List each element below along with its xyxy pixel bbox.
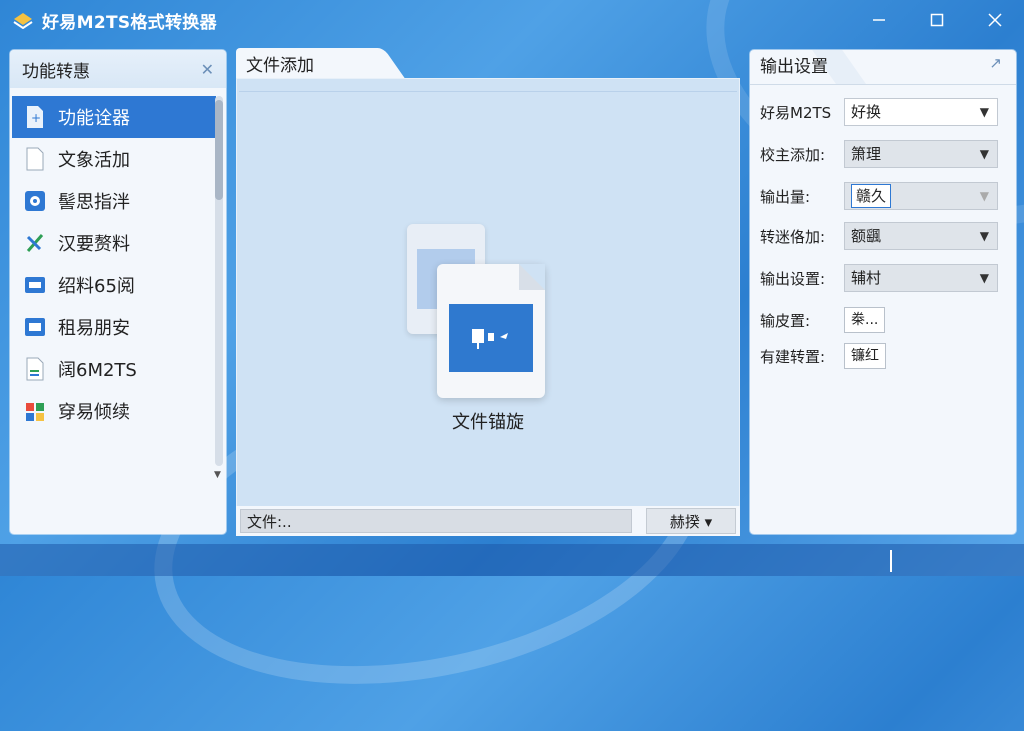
option-select[interactable]: 箫理 ▼ xyxy=(844,140,998,168)
setting-row: 好易M2TS 好换 ▼ xyxy=(760,98,1010,126)
maximize-button[interactable] xyxy=(908,0,966,40)
palette-icon xyxy=(24,399,46,423)
nav-item-0[interactable]: + 功能诠器 xyxy=(12,96,216,138)
setting-label: 校主添加: xyxy=(760,145,826,164)
setting-row: 输皮置: 桊... xyxy=(760,306,1010,334)
drop-area[interactable]: 文件锚旋 xyxy=(236,78,740,508)
select-value: 箫理 xyxy=(851,145,882,163)
speed-select[interactable]: 额颻 ▼ xyxy=(844,222,998,250)
scrollbar[interactable]: ▼ xyxy=(214,96,223,480)
chevron-down-icon: ▼ xyxy=(979,147,989,161)
drop-area-inner: 文件锚旋 xyxy=(239,91,737,508)
convert-settings-button[interactable]: 镰红 xyxy=(844,343,886,369)
setting-label: 输出设置: xyxy=(760,269,826,288)
taskbar-divider xyxy=(890,550,892,572)
nav-item-label: 阔6M2TS xyxy=(58,360,137,381)
select-value: 额颻 xyxy=(851,227,882,245)
setting-label: 好易M2TS xyxy=(760,103,832,122)
nav-item-label: 绍料65阅 xyxy=(58,276,135,297)
output-settings-panel: 输出设置 ↗ 好易M2TS 好换 ▼ 校主添加: 箫理 ▼ 输出量: 赣久 ▼ … xyxy=(750,50,1016,534)
nav-item-7[interactable]: 穿易倾续 xyxy=(12,390,216,432)
document-icon xyxy=(24,357,46,381)
chevron-down-icon: ▼ xyxy=(979,189,989,203)
minimize-button[interactable] xyxy=(850,0,908,40)
nav-item-label: 租易朋安 xyxy=(58,318,130,339)
tab-output-settings[interactable]: 输出设置 xyxy=(750,50,852,84)
chevron-down-icon: ▼ xyxy=(979,271,989,285)
taskbar xyxy=(0,544,1024,576)
setting-label: 有建转置: xyxy=(760,347,826,366)
browse-label: 赫揆 xyxy=(669,513,700,531)
setting-row: 校主添加: 箫理 ▼ xyxy=(760,140,1010,168)
nav-item-label: 汉要赘料 xyxy=(58,234,130,255)
setting-label: 转迷佫加: xyxy=(760,227,826,246)
expand-icon[interactable]: ↗ xyxy=(989,54,1002,72)
setting-row: 有建转置: 镰红 xyxy=(760,342,1010,370)
nav-item-label: 功能诠器 xyxy=(58,108,130,129)
app-logo-icon xyxy=(12,11,34,30)
divider xyxy=(750,84,1016,85)
nav-item-4[interactable]: 绍料65阅 xyxy=(12,264,216,306)
select-value: 辅村 xyxy=(851,269,882,287)
output-quantity-select[interactable]: 赣久 ▼ xyxy=(844,182,998,210)
nav-item-label: 穿易倾续 xyxy=(58,402,130,423)
function-list: + 功能诠器 文象活加 髻思指泮 汉要赘料 绍料65阅 租易朋安 阔6M2TS … xyxy=(12,96,216,432)
blank-file-icon xyxy=(24,147,46,171)
setting-row: 转迷佫加: 额颻 ▼ xyxy=(760,222,1010,250)
file-drop-icon[interactable] xyxy=(437,264,545,398)
window-title: 好易M2TS格式转换器 xyxy=(42,12,217,33)
file-add-panel: 文件添加 文件锚旋 文件:.. 赫揆 ▾ xyxy=(236,48,740,536)
drop-label: 文件锚旋 xyxy=(452,412,524,433)
add-file-icon: + xyxy=(24,105,46,129)
select-value: 好换 xyxy=(851,103,882,121)
tab-file-add[interactable]: 文件添加 xyxy=(236,48,376,80)
browse-button[interactable]: 赫揆 ▾ xyxy=(646,508,736,534)
setting-label: 输皮置: xyxy=(760,311,811,330)
chevron-down-icon: ▼ xyxy=(979,105,989,119)
nav-item-label: 文象活加 xyxy=(58,150,130,171)
setting-row: 输出设置: 辅村 ▼ xyxy=(760,264,1010,292)
chevron-down-icon: ▼ xyxy=(979,229,989,243)
file-footer: 文件:.. 赫揆 ▾ xyxy=(236,506,740,536)
scroll-down-icon[interactable]: ▼ xyxy=(214,470,221,480)
function-panel-title: 功能转惠 xyxy=(10,50,226,88)
edit-tool-icon xyxy=(24,231,46,255)
nav-item-label: 髻思指泮 xyxy=(58,192,130,213)
setting-row: 输出量: 赣久 ▼ xyxy=(760,182,1010,210)
video-clip-icon xyxy=(24,273,46,297)
nav-item-3[interactable]: 汉要赘料 xyxy=(12,222,216,264)
disc-icon xyxy=(24,189,46,213)
file-path-field[interactable]: 文件:.. xyxy=(240,509,632,533)
nav-item-2[interactable]: 髻思指泮 xyxy=(12,180,216,222)
nav-item-1[interactable]: 文象活加 xyxy=(12,138,216,180)
function-panel: 功能转惠 ✕ + 功能诠器 文象活加 髻思指泮 汉要赘料 绍料65阅 租易朋安 … xyxy=(10,50,226,534)
nav-item-5[interactable]: 租易朋安 xyxy=(12,306,216,348)
select-value: 赣久 xyxy=(851,184,892,208)
chevron-down-icon: ▾ xyxy=(704,513,713,531)
settings-button[interactable]: 桊... xyxy=(844,307,886,333)
format-select[interactable]: 好换 ▼ xyxy=(844,98,998,126)
close-button[interactable] xyxy=(966,0,1024,40)
nav-item-6[interactable]: 阔6M2TS xyxy=(12,348,216,390)
output-setting-select[interactable]: 辅村 ▼ xyxy=(844,264,998,292)
setting-label: 输出量: xyxy=(760,187,811,206)
close-icon[interactable]: ✕ xyxy=(201,60,214,79)
scroll-thumb[interactable] xyxy=(215,100,223,200)
svg-text:+: + xyxy=(31,111,41,125)
title-bar: 好易M2TS格式转换器 xyxy=(0,0,1024,40)
monitor-icon xyxy=(24,315,46,339)
